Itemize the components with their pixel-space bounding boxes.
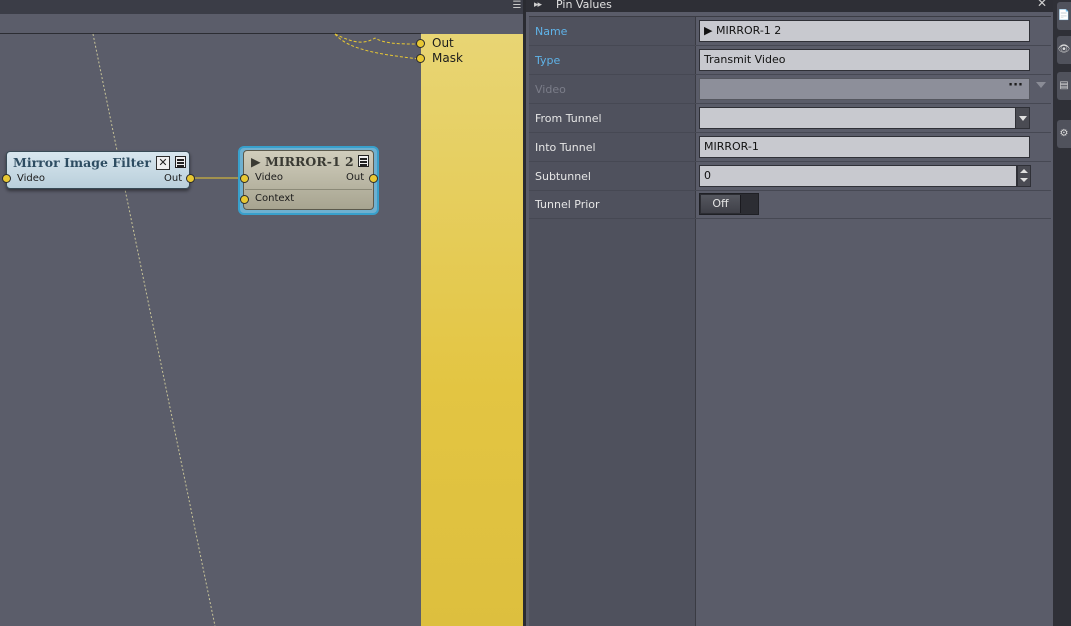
subtunnel-stepper[interactable]: [1017, 165, 1031, 187]
prop-label: Subtunnel: [535, 170, 591, 183]
browse-icon: ···: [1008, 78, 1023, 93]
prop-row-video: Video ···: [529, 75, 1051, 104]
layers-icon[interactable]: ▤: [1057, 72, 1071, 100]
node-menu-icon[interactable]: [358, 155, 369, 167]
node-mirror-image-filter[interactable]: Mirror Image Filter 2 ✕ Video Out: [6, 151, 190, 189]
mask-pin-dot[interactable]: [416, 54, 425, 63]
pin-values-panel: ▸▸ Pin Values ✕ Name ▶ MIRROR-1 2 Type T…: [526, 0, 1053, 626]
subtunnel-field[interactable]: 0: [699, 165, 1017, 187]
guide-line: [92, 33, 216, 626]
expand-icon[interactable]: ▸▸: [534, 0, 542, 11]
type-field[interactable]: Transmit Video: [699, 49, 1030, 71]
node-separator: [245, 189, 372, 190]
into-tunnel-field[interactable]: MIRROR-1: [699, 136, 1030, 158]
out-pin-label: Out: [432, 36, 454, 50]
chevron-down-icon[interactable]: [1015, 108, 1029, 128]
mirror-context-pin[interactable]: [240, 195, 249, 204]
prop-row-name: Name ▶ MIRROR-1 2: [529, 17, 1051, 46]
prop-row-type: Type Transmit Video: [529, 46, 1051, 75]
node-menu-icon[interactable]: [175, 156, 186, 168]
connection-wires: [92, 33, 419, 626]
filter-video-pin[interactable]: [2, 174, 11, 183]
close-icon[interactable]: ✕: [156, 156, 170, 170]
close-icon[interactable]: ✕: [1037, 0, 1047, 9]
out-pin-dot[interactable]: [416, 39, 425, 48]
graph-canvas[interactable]: ☰ Out Mask Mirror Image Filter 2 ✕ Video…: [0, 0, 526, 626]
context-pin-label: Context: [255, 193, 295, 204]
prop-label: Into Tunnel: [535, 141, 596, 154]
input-pin-label: Video: [17, 173, 46, 184]
chevron-up-icon[interactable]: [1020, 169, 1028, 173]
tunnel-prior-toggle[interactable]: Off: [699, 193, 759, 215]
name-field[interactable]: ▶ MIRROR-1 2: [699, 20, 1030, 42]
wire-to-mask: [334, 33, 419, 60]
mirror-video-pin[interactable]: [240, 174, 249, 183]
node-title: Mirror Image Filter 2: [13, 155, 164, 170]
prop-label: Name: [535, 25, 568, 38]
wire-to-out: [334, 33, 419, 45]
document-icon[interactable]: 📄: [1057, 2, 1071, 30]
eye-icon[interactable]: 👁: [1057, 36, 1071, 64]
node-title: ▶ MIRROR-1 2: [251, 154, 354, 169]
prop-row-subtunnel: Subtunnel 0: [529, 162, 1051, 191]
node-mirror-1-2[interactable]: ▶ MIRROR-1 2 Video Out Context: [243, 150, 374, 210]
prop-row-from-tunnel: From Tunnel: [529, 104, 1051, 133]
mask-pin-label: Mask: [432, 51, 463, 65]
from-tunnel-select[interactable]: [699, 107, 1030, 129]
panel-title: Pin Values: [556, 0, 612, 11]
video-field: ···: [699, 78, 1030, 100]
chevron-down-icon: [1036, 82, 1046, 88]
filter-out-pin[interactable]: [186, 174, 195, 183]
prop-label: Type: [535, 54, 561, 67]
prop-label: From Tunnel: [535, 112, 602, 125]
output-pin-label: Out: [346, 172, 365, 183]
toggle-knob: Off: [701, 195, 741, 213]
prop-row-into-tunnel: Into Tunnel MIRROR-1: [529, 133, 1051, 162]
input-pin-label: Video: [255, 172, 284, 183]
prop-row-tunnel-prior: Tunnel Prior Off: [529, 190, 1051, 219]
output-pin-label: Out: [164, 173, 183, 184]
mirror-out-pin[interactable]: [369, 174, 378, 183]
prop-label: Tunnel Prior: [535, 198, 600, 211]
chevron-down-icon[interactable]: [1020, 178, 1028, 182]
right-toolbar: 📄 👁 ▤ ⚙: [1053, 0, 1071, 626]
gear-icon[interactable]: ⚙: [1057, 120, 1071, 148]
panel-header: ▸▸ Pin Values ✕: [526, 0, 1053, 12]
prop-label: Video: [535, 83, 566, 96]
